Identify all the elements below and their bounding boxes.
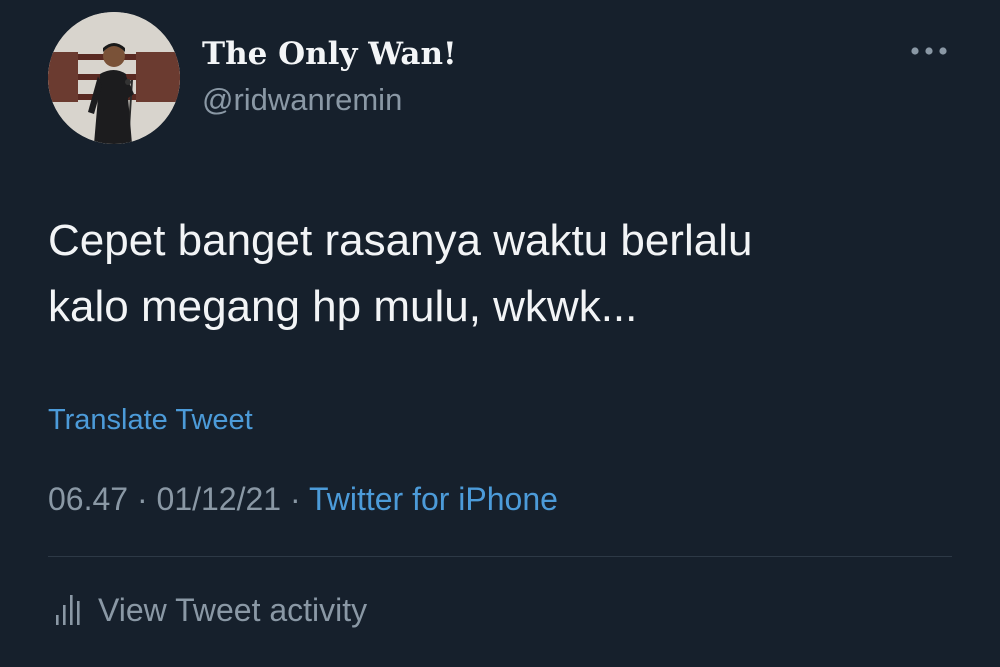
view-tweet-activity-button[interactable]: View Tweet activity <box>48 590 367 630</box>
more-horizontal-icon[interactable] <box>908 44 950 58</box>
tweet-detail: The Only Wan! @ridwanremin Cepet banget … <box>0 0 1000 667</box>
user-handle[interactable]: @ridwanremin <box>202 82 402 118</box>
separator: · <box>289 481 309 517</box>
tweet-text: Cepet banget rasanya waktu berlalu kalo … <box>48 208 948 340</box>
tweet-source-link[interactable]: Twitter for iPhone <box>309 481 558 517</box>
translate-tweet-link[interactable]: Translate Tweet <box>48 404 253 437</box>
display-name[interactable]: The Only Wan! <box>202 36 457 72</box>
bar-chart-icon <box>48 593 84 627</box>
avatar[interactable] <box>48 12 180 144</box>
tweet-text-line: kalo megang hp mulu, wkwk... <box>48 282 638 331</box>
tweet-text-line: Cepet banget rasanya waktu berlalu <box>48 216 753 265</box>
tweet-time[interactable]: 06.47 <box>48 481 128 517</box>
activity-label: View Tweet activity <box>98 591 368 628</box>
avatar-photo <box>48 12 180 144</box>
tweet-date[interactable]: 01/12/21 <box>157 481 282 517</box>
separator: · <box>136 481 157 517</box>
divider <box>48 556 952 557</box>
tweet-metadata: 06.47 · 01/12/21 · Twitter for iPhone <box>48 481 558 518</box>
